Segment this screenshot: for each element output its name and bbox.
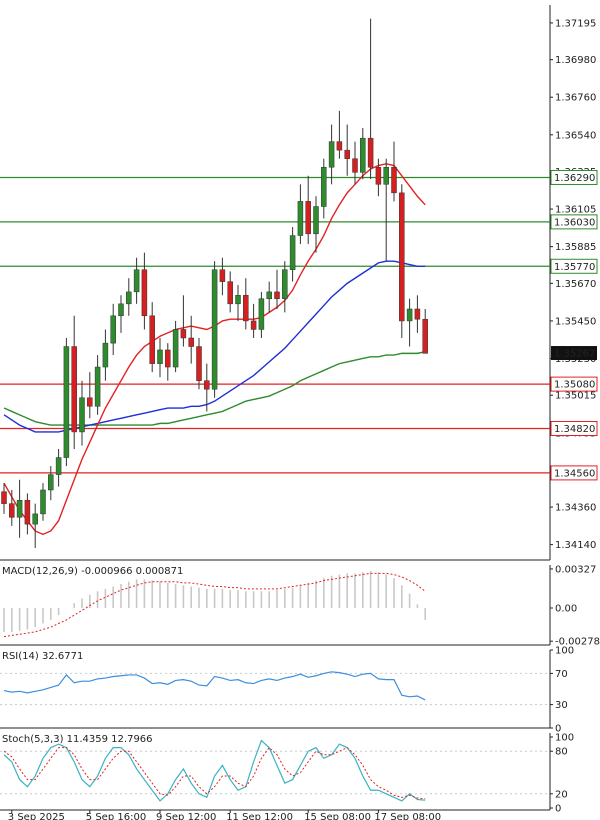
macd-tick-label: 0.00327 [555, 564, 596, 575]
price-tick-label: 1.36540 [555, 130, 596, 141]
candle-body[interactable] [414, 308, 421, 320]
candle-body[interactable] [235, 295, 241, 305]
candle-body[interactable] [204, 380, 210, 390]
candle-body[interactable] [126, 291, 132, 305]
rsi-tick-label: 70 [555, 669, 568, 680]
level-tag-label: 1.34820 [554, 424, 595, 435]
candle-body[interactable] [243, 295, 249, 322]
rsi-tick-label: 30 [555, 700, 568, 711]
candle-body[interactable] [305, 201, 311, 235]
candle-body[interactable] [282, 269, 288, 299]
candle-body[interactable] [180, 329, 187, 339]
candle-body[interactable] [1, 491, 7, 504]
level-tag-label: 1.35770 [554, 262, 595, 273]
candle-body[interactable] [9, 503, 15, 518]
stoch-panel-label: Stoch(5,3,3) 11.4359 12.7966 [2, 734, 153, 745]
candle-body[interactable] [344, 149, 350, 159]
candle-body[interactable] [24, 499, 31, 525]
candle-body[interactable] [375, 166, 382, 185]
candle-body[interactable] [196, 346, 202, 381]
price-tick-label: 1.34360 [555, 503, 596, 514]
price-tick-label: 1.35015 [555, 391, 596, 402]
x-tick-label: 9 Sep 12:00 [156, 812, 216, 820]
candle-body[interactable] [360, 137, 366, 173]
candle-body[interactable] [133, 269, 140, 293]
candle-body[interactable] [227, 281, 233, 305]
candle-body[interactable] [63, 346, 70, 458]
price-tick-label: 1.36980 [555, 55, 596, 66]
candle-body[interactable] [336, 141, 343, 151]
price-tick-label: 1.35670 [555, 279, 596, 290]
candle-body[interactable] [328, 141, 335, 168]
candle-body[interactable] [149, 315, 155, 364]
candle-body[interactable] [383, 166, 389, 185]
candle-body[interactable] [274, 291, 280, 299]
candle-body[interactable] [289, 235, 296, 270]
level-tag-label: 1.36030 [554, 217, 595, 228]
candle-body[interactable] [211, 269, 218, 390]
candle-body[interactable] [87, 397, 93, 407]
candle-body[interactable] [172, 329, 179, 368]
candle-body[interactable] [32, 513, 38, 525]
candle-body[interactable] [313, 206, 319, 235]
x-tick-label: 15 Sep 08:00 [304, 812, 371, 820]
candle-body[interactable] [118, 303, 124, 317]
rsi-tick-label: 100 [555, 646, 574, 657]
candle-body[interactable] [399, 192, 405, 322]
price-tick-label: 1.35450 [555, 316, 596, 327]
candle-body[interactable] [102, 342, 109, 368]
candle-body[interactable] [94, 366, 101, 407]
candle-body[interactable] [406, 308, 413, 322]
candle-body[interactable] [258, 298, 265, 330]
candle-body[interactable] [219, 269, 226, 282]
candle-body[interactable] [157, 349, 163, 364]
candle-body[interactable] [165, 349, 171, 368]
macd-tick-label: 0.00 [555, 603, 577, 614]
x-tick-label: 17 Sep 08:00 [374, 812, 441, 820]
stoch-tick-label: 0 [555, 804, 561, 815]
current-price-tag-label: 1.35262 [554, 349, 595, 360]
price-tick-label: 1.35885 [555, 242, 596, 253]
candle-body[interactable] [321, 166, 327, 207]
price-tick-label: 1.36760 [555, 93, 596, 104]
candle-body[interactable] [16, 499, 23, 518]
price-tick-label: 1.37195 [555, 18, 596, 29]
candle-body[interactable] [391, 166, 397, 194]
price-tick-label: 1.36105 [555, 205, 596, 216]
level-tag-label: 1.35080 [554, 380, 595, 391]
rsi-panel-label: RSI(14) 32.6771 [2, 651, 83, 662]
candle-body[interactable] [250, 320, 257, 330]
candle-body[interactable] [55, 457, 62, 475]
candle-body[interactable] [266, 291, 272, 299]
level-tag-label: 1.36290 [554, 173, 595, 184]
x-tick-label: 5 Sep 16:00 [86, 812, 146, 820]
stoch-tick-label: 100 [555, 733, 574, 744]
macd-panel-label: MACD(12,26,9) -0.000966 0.000871 [2, 566, 183, 577]
candle-body[interactable] [48, 474, 54, 491]
candle-body[interactable] [79, 397, 85, 433]
forex-chart[interactable]: 1.371951.369801.367601.365401.363251.361… [0, 0, 600, 820]
candle-body[interactable] [422, 318, 428, 354]
candle-body[interactable] [71, 346, 77, 433]
candle-body[interactable] [188, 337, 194, 347]
x-tick-label: 3 Sep 2025 [8, 812, 65, 820]
x-tick-label: 11 Sep 12:00 [226, 812, 293, 820]
price-tick-label: 1.34140 [555, 540, 596, 551]
candle-body[interactable] [367, 137, 374, 168]
stoch-tick-label: 80 [555, 747, 568, 758]
candle-body[interactable] [297, 201, 304, 236]
candle-body[interactable] [141, 269, 148, 317]
candle-body[interactable] [352, 158, 358, 173]
stoch-tick-label: 20 [555, 789, 568, 800]
candle-body[interactable] [110, 315, 116, 344]
level-tag-label: 1.34560 [554, 468, 595, 479]
candle-body[interactable] [40, 489, 46, 515]
